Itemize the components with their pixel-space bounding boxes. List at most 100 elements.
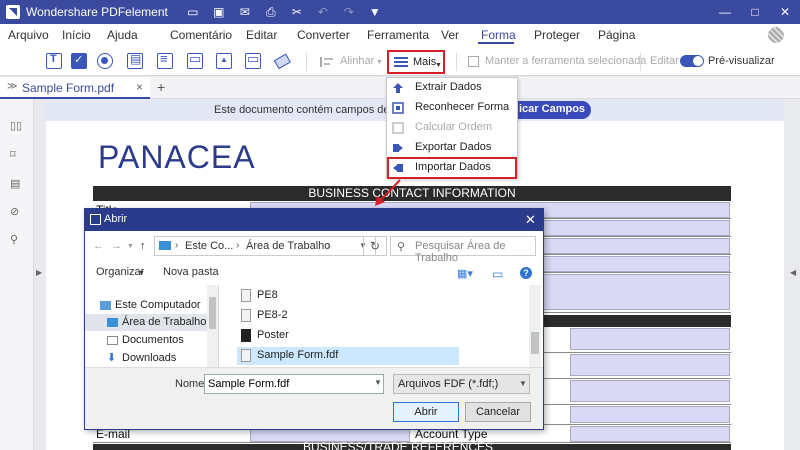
folder-icon[interactable]: ▭ <box>182 3 204 21</box>
file-scrollbar[interactable] <box>529 285 541 367</box>
calculate-icon <box>392 122 404 134</box>
maximize-button[interactable]: □ <box>740 5 770 19</box>
add-tab-button[interactable]: + <box>157 79 165 95</box>
menu-arquivo[interactable]: Arquivo <box>8 28 49 42</box>
menu-item-extract-data[interactable]: Extrair Dados <box>387 78 517 98</box>
view-options-icon[interactable]: ▦▾ <box>457 267 473 280</box>
address-segment[interactable]: Este Co... <box>185 240 233 252</box>
help-icon[interactable]: ? <box>520 267 532 279</box>
open-button[interactable]: Abrir <box>393 402 459 422</box>
file-type-label: Arquivos FDF (*.fdf;) <box>398 378 499 390</box>
collapse-left-icon[interactable]: ▶ <box>36 268 42 277</box>
nav-item-this-pc[interactable]: Este Computador <box>85 297 207 314</box>
eraser-icon[interactable] <box>270 50 292 72</box>
scissors-icon[interactable]: ✂ <box>286 3 308 21</box>
file-type-select[interactable]: Arquivos FDF (*.fdf;) ▼ <box>393 374 530 394</box>
undo-icon[interactable]: ↶ <box>312 3 334 21</box>
attachment-icon[interactable]: ⊘ <box>10 205 24 219</box>
menu-comentario[interactable]: Comentário <box>170 28 232 42</box>
mail-icon[interactable]: ✉ <box>234 3 256 21</box>
dialog-title-bar: Abrir ✕ <box>85 209 543 231</box>
address-bar[interactable]: › Este Co... › Área de Trabalho › ▼ <box>154 236 376 256</box>
account-type-field[interactable] <box>570 426 730 442</box>
align-label[interactable]: Alinhar <box>340 55 374 67</box>
scrollbar-thumb[interactable] <box>209 297 216 329</box>
menu-item-recognize-form[interactable]: Reconhecer Forma <box>387 98 517 118</box>
file-label: Sample Form.fdf <box>257 349 339 361</box>
up-arrow-icon[interactable]: ↑ <box>140 240 146 252</box>
file-item-pe8[interactable]: PE8 <box>237 287 459 305</box>
refresh-button[interactable]: ↻ <box>363 236 387 256</box>
cancel-button[interactable]: Cancelar <box>465 402 531 422</box>
file-item-pe8-2[interactable]: PE8-2 <box>237 307 459 325</box>
file-item-poster[interactable]: Poster <box>237 327 459 345</box>
menu-item-export-data[interactable]: Exportar Dados <box>387 138 517 158</box>
nav-item-downloads[interactable]: ⬇ Downloads <box>85 350 207 367</box>
menu-pagina[interactable]: Página <box>598 28 635 42</box>
search-input[interactable]: ⚲ Pesquisar Área de Trabalho <box>390 236 536 264</box>
section-header: BUSINESS/TRADE REFERENCES <box>303 440 494 450</box>
close-icon[interactable]: × <box>136 80 143 94</box>
dialog-close-icon[interactable]: ✕ <box>525 212 536 228</box>
save-icon[interactable]: ▣ <box>208 3 230 21</box>
upload-icon <box>392 82 404 94</box>
menu-ajuda[interactable]: Ajuda <box>107 28 138 42</box>
radio-button-tool-icon[interactable] <box>97 53 113 69</box>
form-field[interactable] <box>570 380 730 402</box>
checkbox-tool-icon[interactable] <box>71 53 87 69</box>
menu-item-calculate-order: Calcular Ordem <box>387 118 517 138</box>
list-box-tool-icon[interactable] <box>157 51 173 69</box>
tab-menu-icon[interactable]: ≫ <box>7 81 17 92</box>
forward-arrow-icon[interactable]: → <box>111 240 122 252</box>
menu-converter[interactable]: Converter <box>297 28 350 42</box>
more-button[interactable]: Mais ▼ <box>387 50 445 74</box>
nav-scrollbar[interactable] <box>207 285 218 367</box>
preview-toggle[interactable] <box>680 55 704 67</box>
collapse-right-icon[interactable]: ◀ <box>790 268 796 277</box>
filename-input[interactable] <box>204 374 384 394</box>
print-icon[interactable]: ⎙ <box>260 3 282 21</box>
button-tool-icon[interactable] <box>187 51 203 69</box>
form-field[interactable] <box>570 406 730 423</box>
highlight-box <box>387 157 517 179</box>
form-field[interactable] <box>570 328 730 350</box>
redo-icon[interactable]: ↷ <box>338 3 360 21</box>
recent-dropdown-icon[interactable]: ▼ <box>127 243 134 250</box>
bookmark-icon[interactable]: ⌑ <box>10 148 24 162</box>
signature-field-tool-icon[interactable] <box>245 51 261 69</box>
comment-icon[interactable]: ▤ <box>10 177 24 191</box>
file-item-sample-form[interactable]: Sample Form.fdf <box>237 347 459 365</box>
tab-sample-form[interactable]: ≫ Sample Form.pdf × <box>0 77 150 99</box>
user-avatar[interactable] <box>768 27 784 43</box>
download-arrow-icon: ⬇ <box>107 352 117 364</box>
customize-dropdown-icon[interactable]: ▼ <box>364 3 386 21</box>
thumbnails-icon[interactable]: ▯▯ <box>10 119 24 133</box>
form-field[interactable] <box>570 354 730 376</box>
menu-ferramenta[interactable]: Ferramenta <box>367 28 429 42</box>
address-segment[interactable]: Área de Trabalho <box>246 240 330 252</box>
left-sidebar: ▯▯ ⌑ ▤ ⊘ ⚲ <box>0 99 34 450</box>
minimize-button[interactable]: — <box>710 5 740 19</box>
back-arrow-icon[interactable]: ← <box>93 240 104 252</box>
close-button[interactable]: ✕ <box>770 5 800 19</box>
combo-box-tool-icon[interactable] <box>127 52 143 69</box>
menu-forma[interactable]: Forma <box>481 28 516 42</box>
menu-proteger[interactable]: Proteger <box>534 28 580 42</box>
keep-tool-checkbox[interactable] <box>468 56 479 67</box>
align-caret-icon[interactable]: ▼ <box>376 59 383 66</box>
text-field-tool-icon[interactable] <box>46 53 62 69</box>
scrollbar-thumb[interactable] <box>531 332 539 354</box>
menu-item-label: Calcular Ordem <box>415 121 493 133</box>
menu-inicio[interactable]: Início <box>62 28 91 42</box>
chevron-down-icon[interactable]: ▼ <box>374 378 382 387</box>
quick-access-toolbar: ▭ ▣ ✉ ⎙ ✂ ↶ ↷ ▼ <box>182 3 386 21</box>
align-icon[interactable] <box>320 57 334 67</box>
nav-item-documents[interactable]: Documentos <box>85 332 207 349</box>
nav-item-desktop[interactable]: Área de Trabalho <box>85 314 207 331</box>
preview-pane-icon[interactable]: ▭ <box>492 267 503 281</box>
menu-editar[interactable]: Editar <box>246 28 277 42</box>
search-icon[interactable]: ⚲ <box>10 233 24 247</box>
image-field-tool-icon[interactable] <box>216 53 232 69</box>
new-folder-button[interactable]: Nova pasta <box>163 266 219 278</box>
menu-ver[interactable]: Ver <box>441 28 459 42</box>
